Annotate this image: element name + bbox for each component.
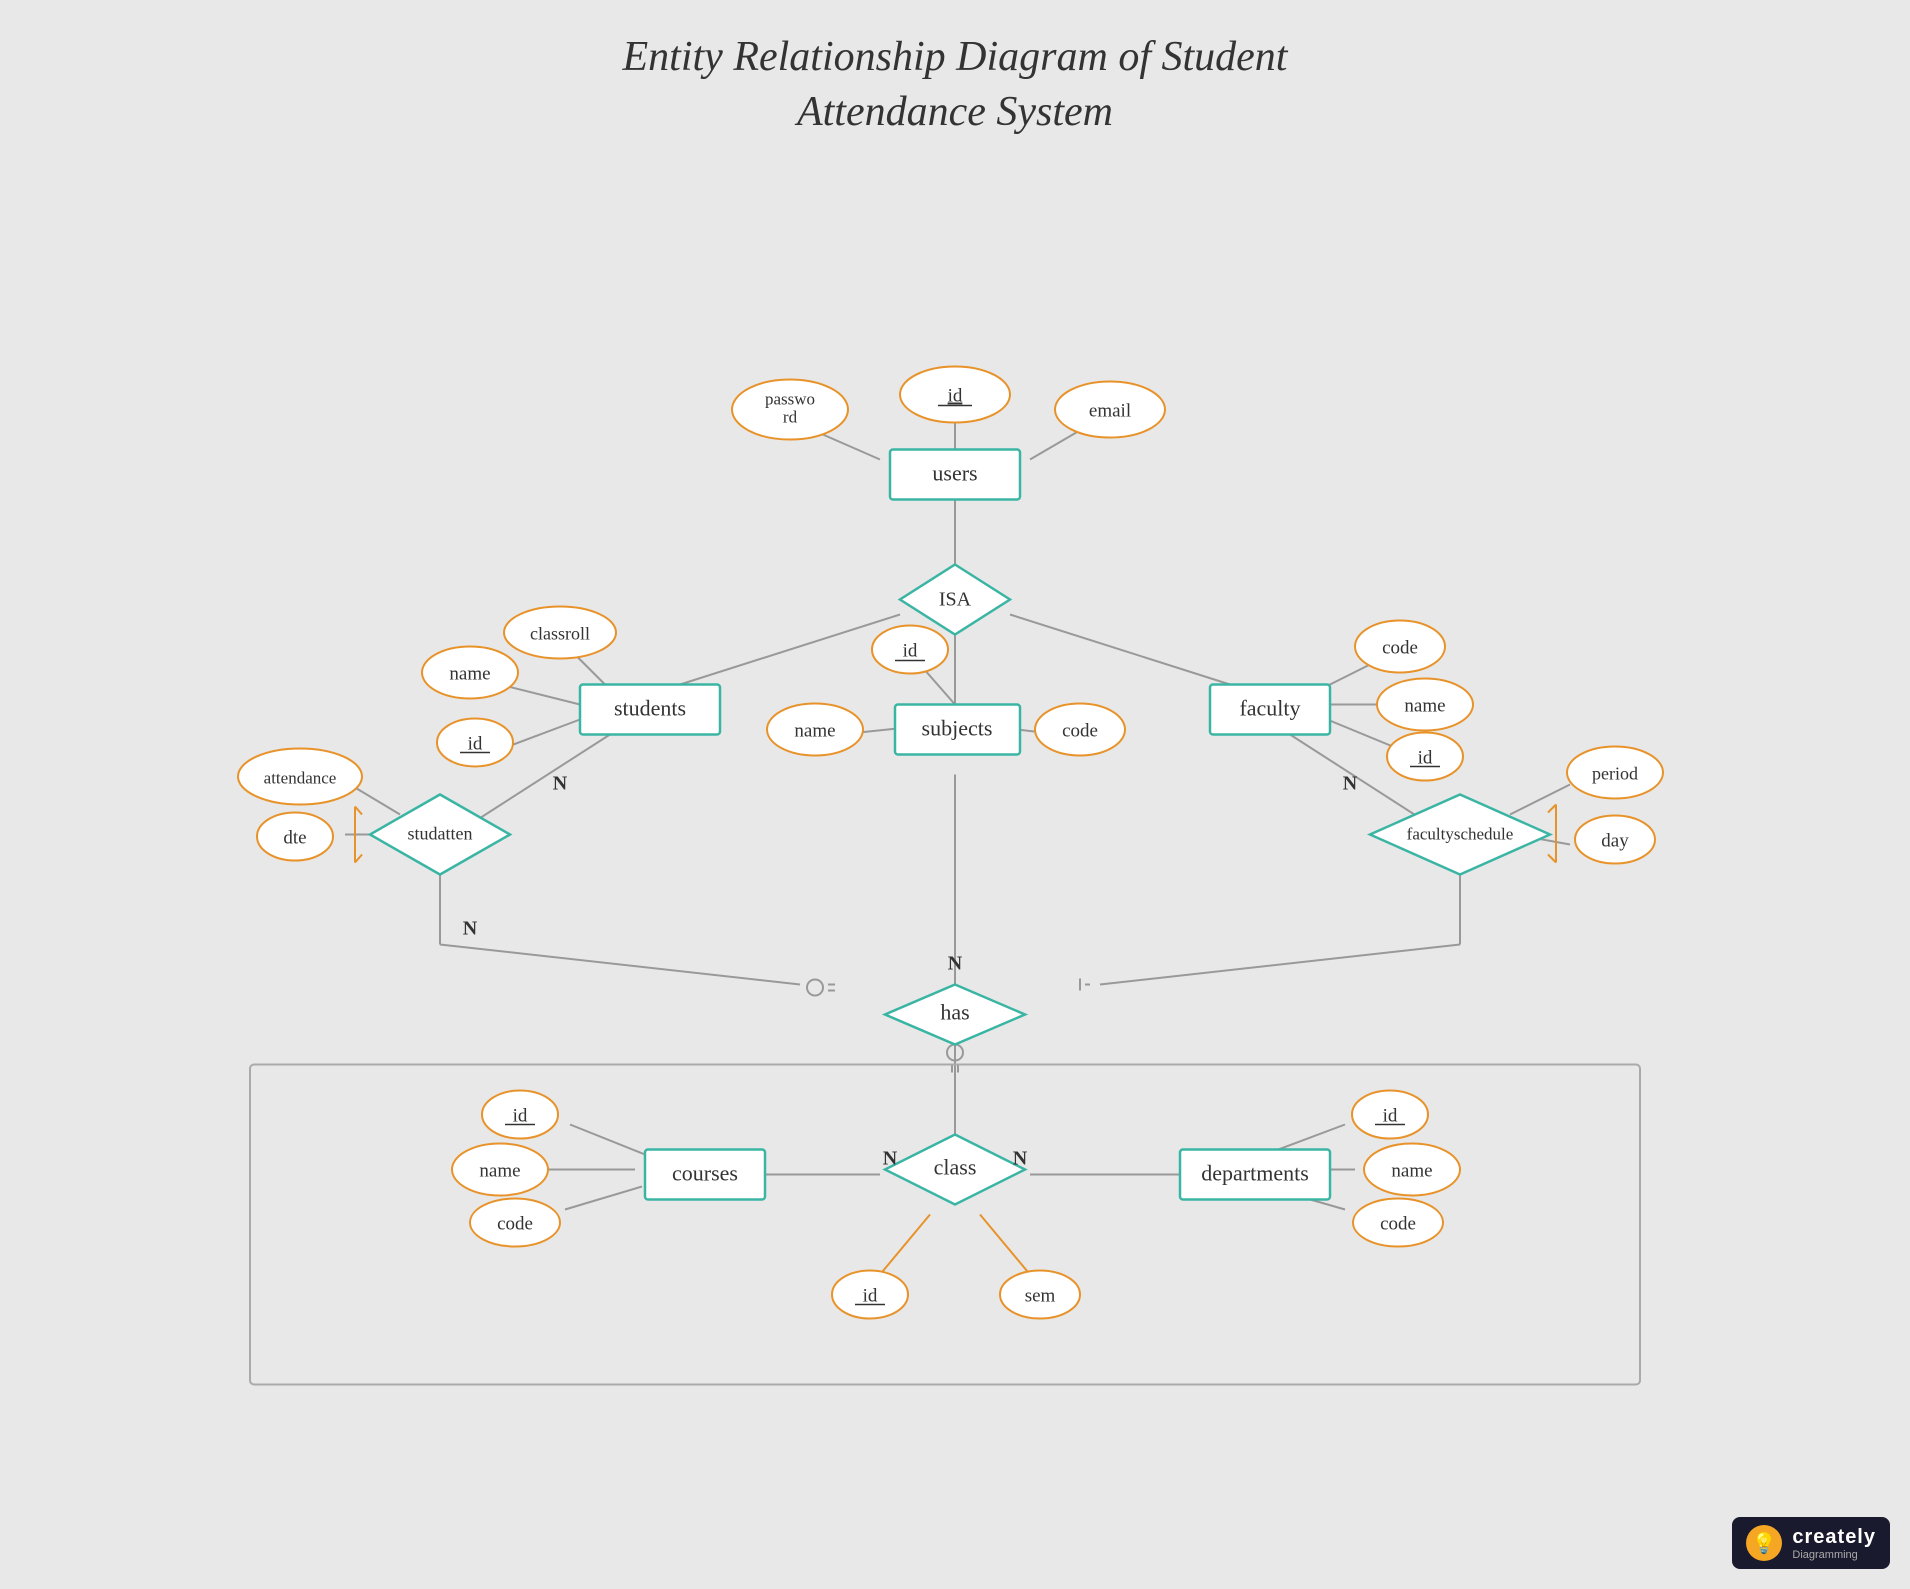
attr-courses-code: code xyxy=(497,1214,533,1235)
attr-departments-id: id xyxy=(1383,1106,1398,1127)
creately-badge: 💡 creately Diagramming xyxy=(1732,1517,1890,1569)
attr-courses-name: name xyxy=(479,1161,520,1182)
attr-subjects-id: id xyxy=(903,641,918,662)
attr-faculty-code: code xyxy=(1382,638,1418,659)
attr-departments-code: code xyxy=(1380,1214,1416,1235)
entity-users: users xyxy=(932,461,977,486)
rel-studatten: studatten xyxy=(408,824,473,844)
card-class-departments: N xyxy=(1013,1148,1028,1170)
card-students-studatten: N xyxy=(553,773,568,795)
card-class-courses: N xyxy=(883,1148,898,1170)
attr-class-sem: sem xyxy=(1025,1286,1056,1307)
svg-text:rd: rd xyxy=(783,408,798,427)
entity-subjects: subjects xyxy=(922,716,993,741)
diagram-area: users students faculty subjects courses … xyxy=(80,160,1830,1529)
attr-period: period xyxy=(1592,764,1638,784)
diagram-title: Entity Relationship Diagram of Student A… xyxy=(0,30,1910,139)
main-container: Entity Relationship Diagram of Student A… xyxy=(0,0,1910,1589)
attr-students-name: name xyxy=(449,664,490,685)
attr-class-id: id xyxy=(863,1286,878,1307)
attr-students-id: id xyxy=(468,734,483,755)
attr-subjects-name: name xyxy=(794,721,835,742)
card-subjects-has: N xyxy=(948,953,963,975)
creately-text: creately Diagramming xyxy=(1792,1526,1876,1561)
entity-courses: courses xyxy=(672,1161,738,1186)
attr-dte: dte xyxy=(283,828,306,849)
attr-attendance: attendance xyxy=(264,769,337,788)
attr-users-email: email xyxy=(1089,401,1131,422)
card-studatten-has: N xyxy=(463,918,478,940)
entity-faculty: faculty xyxy=(1239,696,1300,721)
rel-facultyschedule: facultyschedule xyxy=(1407,825,1514,844)
attr-subjects-code: code xyxy=(1062,721,1098,742)
entity-students: students xyxy=(614,696,686,721)
creately-name: creately xyxy=(1792,1526,1876,1549)
attr-faculty-name: name xyxy=(1404,696,1445,717)
attr-day: day xyxy=(1601,831,1629,852)
entity-departments: departments xyxy=(1201,1161,1309,1186)
attr-students-classroll: classroll xyxy=(530,624,590,644)
attr-users-id: id xyxy=(948,386,963,407)
rel-has: has xyxy=(940,1000,969,1025)
attr-courses-id: id xyxy=(513,1106,528,1127)
attr-faculty-id: id xyxy=(1418,748,1433,769)
attr-departments-name: name xyxy=(1391,1161,1432,1182)
rel-isa: ISA xyxy=(939,589,972,611)
attr-users-password: passwo xyxy=(765,390,815,409)
rel-class: class xyxy=(934,1155,977,1180)
card-faculty-facultyschedule: N xyxy=(1343,773,1358,795)
bulb-icon: 💡 xyxy=(1746,1525,1782,1561)
creately-sub: Diagramming xyxy=(1792,1549,1857,1561)
